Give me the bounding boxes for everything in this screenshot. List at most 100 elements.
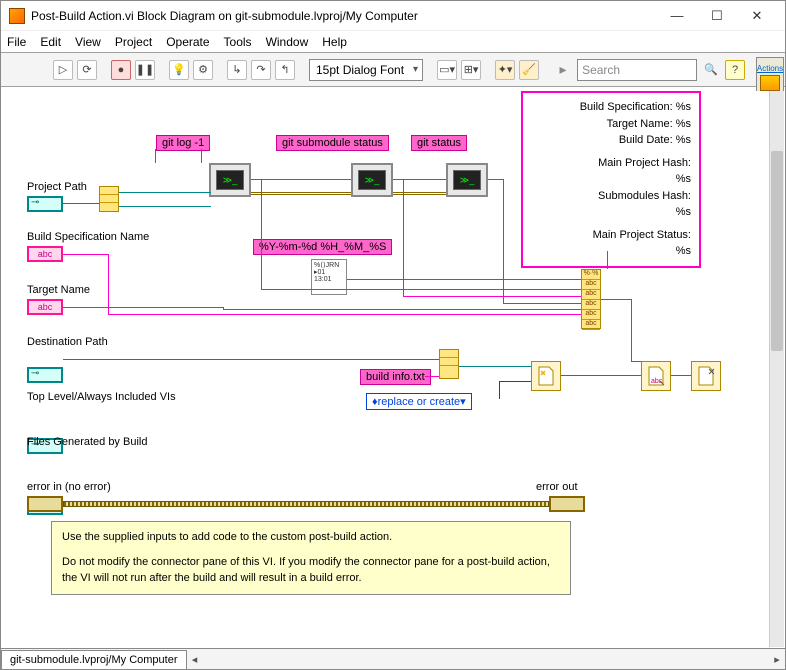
menu-window[interactable]: Window (266, 35, 309, 49)
menu-file[interactable]: File (7, 35, 26, 49)
step-out-button[interactable]: ↰ (275, 60, 295, 80)
run-button[interactable]: ▷ (53, 60, 73, 80)
error-out-label: error out (536, 481, 578, 493)
statusbar: git-submodule.lvproj/My Computer ◂ ▸ (1, 648, 785, 669)
svg-text:abc: abc (651, 378, 663, 385)
format-line: Build Date: %s (531, 132, 691, 149)
menu-tools[interactable]: Tools (224, 35, 252, 49)
menu-view[interactable]: View (75, 35, 101, 49)
comment-box: Use the supplied inputs to add code to t… (51, 521, 571, 595)
files-gen-label: Files Generated by Build (27, 436, 147, 448)
terminal-icon: ≫_ (358, 170, 386, 190)
actions-icon (760, 75, 780, 91)
maximize-button[interactable]: ☐ (697, 2, 737, 30)
wire (425, 376, 439, 377)
error-in-terminal[interactable] (27, 496, 63, 512)
wire (499, 381, 531, 382)
build-path-node[interactable] (439, 349, 459, 379)
wire (63, 254, 108, 255)
target-name-label: Target Name (27, 284, 90, 296)
git-log-label: git log -1 (156, 135, 210, 151)
wire (223, 309, 581, 310)
target-name-terminal[interactable]: abc (27, 299, 63, 315)
format-line: %s (531, 204, 691, 221)
menu-help[interactable]: Help (322, 35, 347, 49)
step-into-button[interactable]: ↳ (227, 60, 247, 80)
wire (347, 279, 581, 280)
status-nav-right[interactable]: ▸ (769, 653, 785, 666)
terminal-icon: ≫_ (453, 170, 481, 190)
write-file-node[interactable]: abc (641, 361, 671, 391)
distribute-button[interactable]: ⊞▾ (461, 60, 481, 80)
retain-button[interactable]: ⚙ (193, 60, 213, 80)
search-input[interactable]: Search (577, 59, 697, 81)
status-project-tab[interactable]: git-submodule.lvproj/My Computer (1, 650, 187, 669)
wire (108, 314, 581, 315)
wire (561, 375, 641, 376)
wire (488, 179, 503, 180)
format-line: Main Project Hash: (531, 155, 691, 172)
close-file-node[interactable] (691, 361, 721, 391)
vertical-scrollbar[interactable] (769, 91, 784, 647)
menu-operate[interactable]: Operate (166, 35, 209, 49)
format-line: %s (531, 243, 691, 260)
build-info-label: build info.txt (360, 369, 431, 385)
path-split-node[interactable] (99, 186, 119, 212)
wire (261, 289, 581, 290)
project-path-label: Project Path (27, 181, 87, 193)
help-button[interactable]: ? (725, 60, 745, 80)
menubar: File Edit View Project Operate Tools Win… (1, 31, 785, 53)
error-wire (63, 501, 549, 507)
menu-project[interactable]: Project (115, 35, 152, 49)
wire (108, 254, 109, 314)
wire (403, 296, 581, 297)
window-title: Post-Build Action.vi Block Diagram on gi… (31, 9, 657, 23)
git-status-label: git status (411, 135, 467, 151)
wire (393, 192, 446, 195)
highlight-button[interactable]: 💡 (169, 60, 189, 80)
format-string-box: Build Specification: %s Target Name: %s … (521, 91, 701, 268)
error-in-label: error in (no error) (27, 481, 111, 493)
wire (63, 203, 99, 204)
font-selector[interactable]: 15pt Dialog Font (309, 59, 423, 81)
wire (459, 366, 531, 367)
wire (503, 303, 581, 304)
note-line: Use the supplied inputs to add code to t… (62, 530, 560, 545)
dest-path-terminal[interactable] (27, 367, 63, 383)
scrollbar-thumb[interactable] (771, 151, 783, 351)
run-cont-button[interactable]: ⟳ (77, 60, 97, 80)
open-file-node[interactable] (531, 361, 561, 391)
status-nav-left[interactable]: ◂ (187, 653, 203, 666)
abort-button[interactable]: ● (111, 60, 131, 80)
error-out-terminal[interactable] (549, 496, 585, 512)
timefmt-label: %Y-%m-%d %H_%M_%S (253, 239, 392, 255)
format-line: Build Specification: %s (531, 99, 691, 116)
format-into-string-node[interactable]: %·%abcabcabcabcabc (581, 269, 601, 329)
align-button[interactable]: ▭▾ (437, 60, 457, 80)
block-diagram[interactable]: Build Specification: %s Target Name: %s … (1, 91, 769, 647)
reorder-button[interactable]: ✦▾ (495, 60, 515, 80)
menu-edit[interactable]: Edit (40, 35, 61, 49)
toolbar: ▷ ⟳ ● ❚❚ 💡 ⚙ ↳ ↷ ↰ 15pt Dialog Font ▭▾ ⊞… (1, 53, 785, 87)
pause-button[interactable]: ❚❚ (135, 60, 155, 80)
wire (499, 381, 500, 399)
exec-git-log[interactable]: ≫_ (209, 163, 251, 197)
wire (393, 179, 446, 180)
project-path-terminal[interactable] (27, 196, 63, 212)
build-spec-terminal[interactable]: abc (27, 246, 63, 262)
wire (251, 179, 351, 180)
cleanup-button[interactable]: 🧹 (519, 60, 539, 80)
search-icon[interactable]: 🔍 (701, 60, 721, 80)
wire (119, 192, 211, 193)
replace-create-ring[interactable]: ♦ replace or create ▾ (366, 393, 472, 410)
font-label: 15pt Dialog Font (316, 63, 404, 77)
status-path: git-submodule.lvproj/My Computer (10, 654, 178, 666)
close-button[interactable]: ✕ (737, 2, 777, 30)
note-line: Do not modify the connector pane of this… (62, 555, 560, 586)
step-over-button[interactable]: ↷ (251, 60, 271, 80)
minimize-button[interactable]: — (657, 2, 697, 30)
actions-label: Actions (757, 64, 783, 73)
exec-git-status[interactable]: ≫_ (446, 163, 488, 197)
exec-git-sub[interactable]: ≫_ (351, 163, 393, 197)
wire (201, 149, 202, 163)
